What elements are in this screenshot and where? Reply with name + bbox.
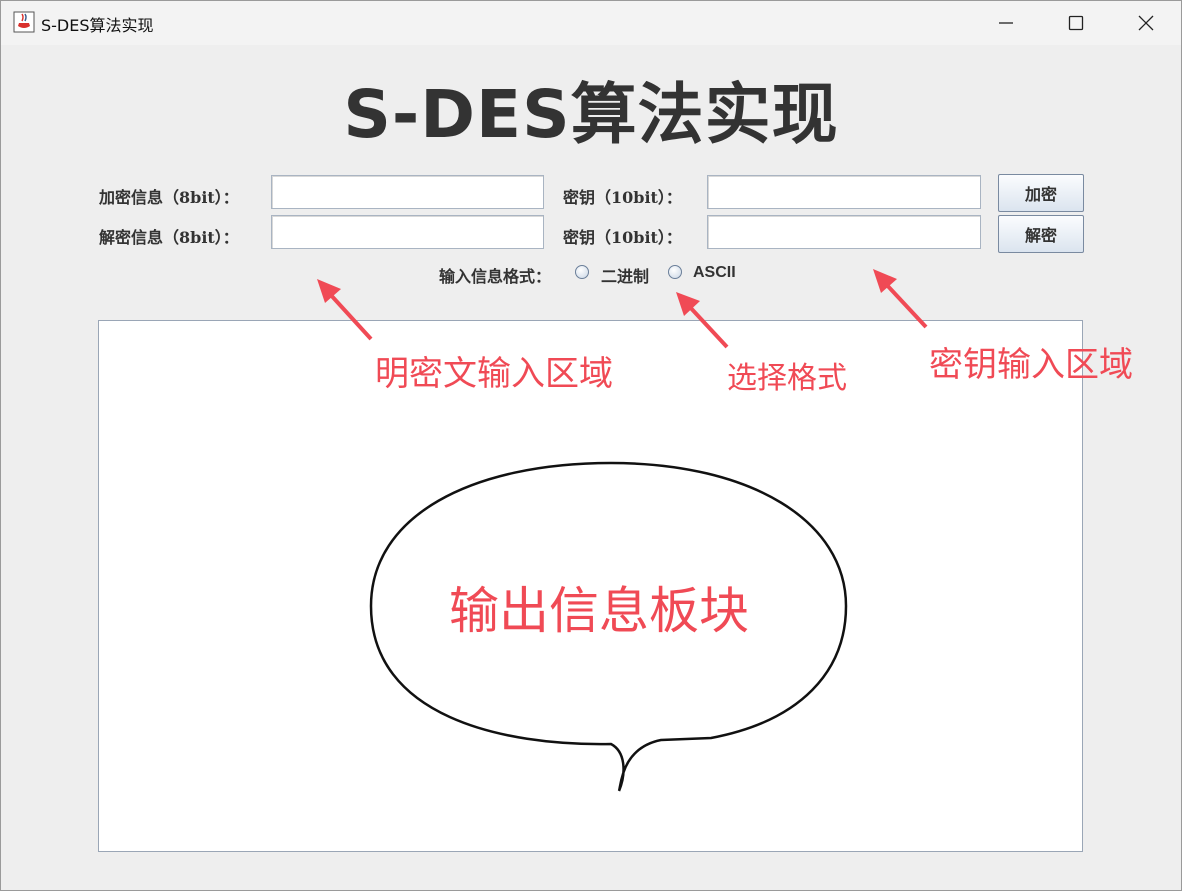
- encrypt-key-input[interactable]: [707, 175, 981, 209]
- minimize-icon: [999, 22, 1013, 24]
- title-bar: S-DES算法实现: [1, 1, 1181, 45]
- encrypt-message-input[interactable]: [271, 175, 544, 209]
- annotation-select-format: 选择格式: [727, 361, 847, 396]
- encrypt-button[interactable]: 加密: [998, 174, 1084, 212]
- format-label: 输入信息格式：: [439, 267, 552, 286]
- decrypt-message-label: 解密信息（8bit）：: [99, 228, 239, 247]
- decrypt-key-label: 密钥（10bit）：: [563, 228, 682, 247]
- decrypt-message-input[interactable]: [271, 215, 544, 249]
- close-icon: [1138, 15, 1154, 31]
- annotation-plaintext-area: 明密文输入区域: [375, 354, 613, 394]
- encrypt-message-label: 加密信息（8bit）：: [99, 188, 239, 207]
- radio-binary[interactable]: [575, 265, 589, 279]
- window-title: S-DES算法实现: [41, 16, 154, 35]
- java-coffee-cup-icon: [13, 11, 35, 33]
- radio-binary-label[interactable]: 二进制: [601, 263, 649, 287]
- radio-ascii[interactable]: [668, 265, 682, 279]
- page-title: S-DES算法实现: [343, 76, 839, 153]
- encrypt-key-label: 密钥（10bit）：: [563, 188, 682, 207]
- decrypt-key-input[interactable]: [707, 215, 981, 249]
- minimize-button[interactable]: [971, 1, 1041, 45]
- decrypt-button[interactable]: 解密: [998, 215, 1084, 253]
- app-window: S-DES算法实现 S-DES算法实现 加密信息（8bit）： 密钥（10bit…: [0, 0, 1182, 891]
- radio-ascii-label[interactable]: ASCII: [693, 264, 736, 282]
- annotation-output-panel: 输出信息板块: [449, 582, 749, 640]
- annotation-key-area: 密钥输入区域: [929, 345, 1133, 385]
- maximize-icon: [1068, 15, 1084, 31]
- maximize-button[interactable]: [1041, 1, 1111, 45]
- close-button[interactable]: [1111, 1, 1181, 45]
